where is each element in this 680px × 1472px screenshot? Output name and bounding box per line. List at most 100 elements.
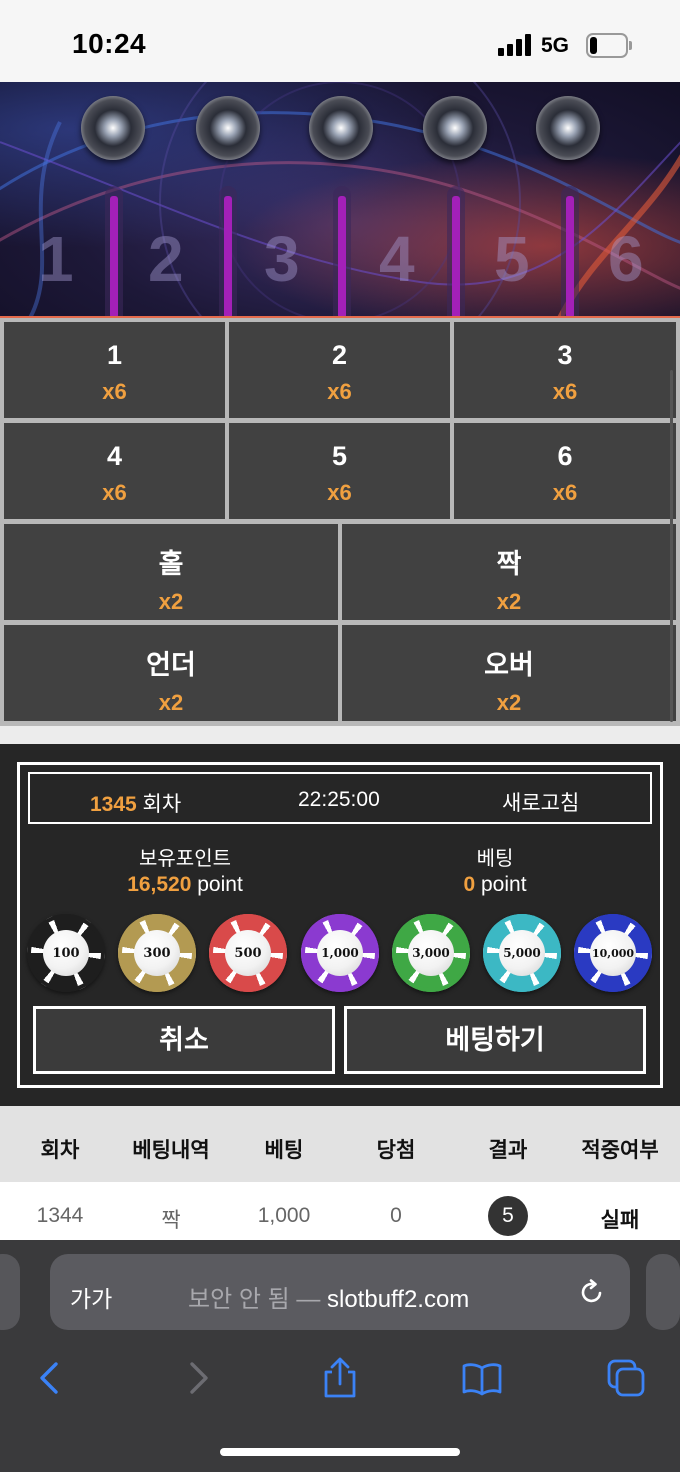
cell-bet-type: 짝	[161, 1209, 181, 1232]
bet-unit: point	[475, 873, 527, 896]
bet-cell-label: 언더	[146, 650, 196, 680]
points-value: 16,520 point	[85, 873, 285, 897]
chip-value: 300	[134, 930, 180, 976]
chip-value: 1,000	[317, 930, 363, 976]
divider	[0, 726, 680, 744]
status-time: 10:24	[72, 28, 147, 59]
round-indicator: 1345 회차	[90, 788, 181, 818]
address-bar[interactable]: 가가 보안 안 됨 — slotbuff2.com	[50, 1254, 630, 1330]
ghost-number: 5	[494, 223, 530, 295]
chip-3000[interactable]: 3,000	[392, 914, 470, 992]
ghost-number: 6	[608, 223, 644, 295]
ghost-number: 4	[379, 223, 415, 295]
text-size-button[interactable]: 가가	[70, 1280, 112, 1314]
bet-cell-odds: x2	[158, 690, 184, 715]
bet-cell-under[interactable]: 언더 x2	[4, 625, 338, 721]
column-header: 베팅내역	[132, 1139, 210, 1162]
lamp-icon	[536, 96, 600, 160]
points-unit: point	[191, 873, 243, 896]
chip-1000[interactable]: 1,000	[301, 914, 379, 992]
bet-cell-label: 짝	[496, 549, 522, 579]
bet-cell-odds: x2	[496, 690, 522, 715]
light-tube	[333, 186, 351, 316]
bet-cell-label: 홀	[158, 549, 184, 579]
bet-cell-odds: x6	[552, 379, 578, 404]
network-type: 5G	[541, 34, 570, 57]
column-header: 결과	[488, 1139, 528, 1162]
bet-cell-odd[interactable]: 홀 x2	[4, 524, 338, 620]
cancel-button[interactable]: 취소	[33, 1006, 335, 1074]
ghost-number: 3	[264, 223, 300, 295]
reload-icon[interactable]	[578, 1278, 606, 1306]
light-tube	[561, 186, 579, 316]
cell-amount: 1,000	[257, 1204, 311, 1227]
bet-value: 0 point	[395, 873, 595, 897]
column-header: 당첨	[376, 1139, 416, 1162]
round-suffix: 회차	[136, 793, 182, 816]
column-header: 회차	[40, 1139, 80, 1162]
home-indicator[interactable]	[220, 1448, 460, 1456]
chip-100[interactable]: 100	[27, 914, 105, 992]
bet-cell-label: 4	[106, 441, 123, 471]
chip-10000[interactable]: 10,000	[574, 914, 652, 992]
bet-cell-3[interactable]: 3 x6	[454, 322, 676, 418]
bet-cell-4[interactable]: 4 x6	[4, 423, 225, 519]
bet-cell-label: 6	[557, 441, 573, 471]
next-tab-preview[interactable]	[646, 1254, 680, 1330]
bookmarks-icon[interactable]	[460, 1356, 504, 1400]
bet-cell-odds: x6	[102, 379, 127, 404]
cell-status: 실패	[600, 1209, 640, 1232]
bet-amount: 0	[463, 873, 476, 896]
bet-cell-5[interactable]: 5 x6	[229, 423, 450, 519]
bet-cell-label: 오버	[484, 650, 534, 680]
url-display[interactable]: 보안 안 됨 — slotbuff2.com	[188, 1279, 469, 1314]
cell-round: 1344	[36, 1204, 84, 1227]
chip-value: 100	[43, 930, 89, 976]
back-icon[interactable]	[28, 1356, 72, 1400]
battery-icon	[586, 33, 632, 58]
bet-grid: 1 x6 2 x6 3 x6 4 x6 5 x6 6 x6 홀 x2 짝 x2 …	[0, 318, 680, 726]
lamp-icon	[81, 96, 145, 160]
lamp-icon	[309, 96, 373, 160]
column-header: 베팅	[264, 1139, 304, 1162]
bet-cell-odds: x6	[327, 480, 352, 505]
bet-cell-label: 3	[557, 340, 573, 370]
ghost-number: 1	[38, 223, 74, 295]
chip-5000[interactable]: 5,000	[483, 914, 561, 992]
bet-cell-over[interactable]: 오버 x2	[342, 625, 676, 721]
bet-cell-2[interactable]: 2 x6	[229, 322, 450, 418]
points-title: 보유포인트	[139, 848, 231, 870]
result-ball: 5	[488, 1196, 528, 1236]
scrollbar[interactable]	[670, 370, 673, 722]
tabs-icon[interactable]	[604, 1356, 648, 1400]
bet-cell-label: 2	[331, 340, 348, 370]
game-banner: 1 2 3 4 5 6	[0, 82, 680, 318]
status-bar: 10:24 5G	[0, 0, 680, 82]
round-number: 1345	[90, 793, 137, 816]
lamp-icon	[423, 96, 487, 160]
share-icon[interactable]	[318, 1356, 362, 1400]
refresh-button[interactable]: 새로고침	[502, 787, 579, 817]
bet-history-table: 회차 베팅내역 베팅 당첨 결과 적중여부 1344 짝 1,000 0 5 실…	[0, 1106, 680, 1242]
bet-cell-6[interactable]: 6 x6	[454, 423, 676, 519]
bet-control-panel: 1345 회차 22:25:00 새로고침 보유포인트 16,520 point…	[0, 744, 680, 1106]
points-amount: 16,520	[127, 873, 192, 896]
round-clock: 22:25:00	[298, 788, 380, 811]
column-header: 적중여부	[581, 1139, 659, 1162]
light-tube	[105, 186, 123, 316]
chip-500[interactable]: 500	[209, 914, 287, 992]
forward-icon[interactable]	[176, 1356, 220, 1400]
insecure-label: 보안 안 됨 —	[188, 1286, 327, 1313]
table-header: 회차 베팅내역 베팅 당첨 결과 적중여부	[0, 1106, 680, 1182]
bet-cell-label: 5	[331, 441, 348, 471]
light-tube	[219, 186, 237, 316]
chip-value: 10,000	[590, 930, 636, 976]
lamp-icon	[196, 96, 260, 160]
chip-300[interactable]: 300	[118, 914, 196, 992]
previous-tab-preview[interactable]	[0, 1254, 20, 1330]
bet-cell-1[interactable]: 1 x6	[4, 322, 225, 418]
bet-cell-odds: x2	[496, 589, 522, 614]
bet-cell-odds: x6	[552, 480, 578, 505]
place-bet-button[interactable]: 베팅하기	[344, 1006, 646, 1074]
bet-cell-even[interactable]: 짝 x2	[342, 524, 676, 620]
